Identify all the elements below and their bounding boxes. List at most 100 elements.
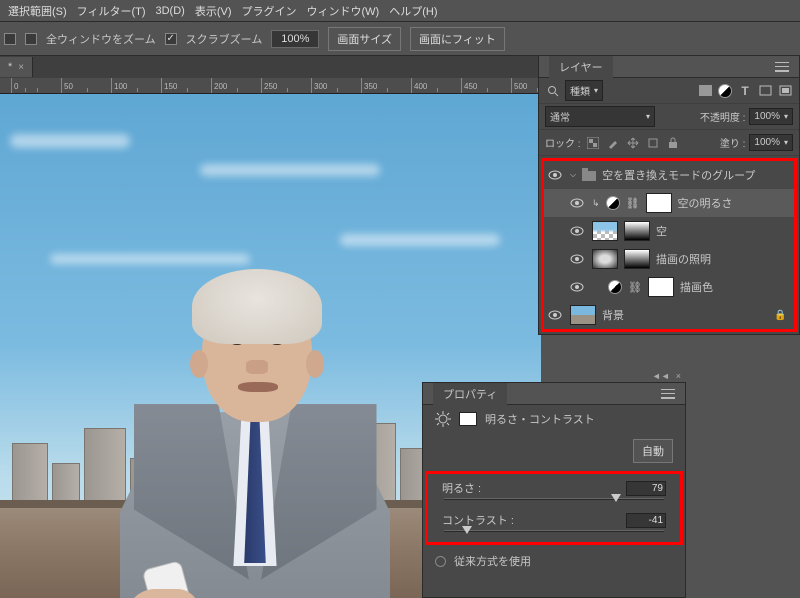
options-bar: 全ウィンドウをズーム ✓ スクラブズーム 100% 画面サイズ 画面にフィット [0, 22, 800, 56]
blend-row: 通常▾ 不透明度 : 100%▾ [539, 104, 799, 130]
layer-row-sky[interactable]: 空 [544, 217, 794, 245]
layer-name[interactable]: 空 [656, 223, 667, 239]
legacy-row: 従来方式を使用 [423, 547, 685, 575]
mask-thumbnail[interactable] [624, 221, 650, 241]
lock-icon: 🔒 [774, 310, 784, 321]
adjustment-title: 明るさ・コントラスト [485, 411, 595, 427]
filter-smart-icon[interactable] [777, 84, 793, 98]
layer-name[interactable]: 空を置き換えモードのグループ [602, 167, 755, 183]
layer-thumbnail[interactable] [570, 305, 596, 325]
layer-name[interactable]: 背景 [602, 307, 624, 323]
lock-label: ロック : [545, 135, 581, 150]
layer-group-row[interactable]: ⌵ 空を置き換えモードのグループ [544, 161, 794, 189]
layer-filter-row: 種類▾ T [539, 78, 799, 104]
slider-knob[interactable] [462, 526, 472, 534]
tab-close-icon[interactable]: × [18, 62, 24, 73]
chevron-down-icon[interactable]: ⌵ [570, 170, 576, 180]
contrast-slider[interactable] [444, 530, 664, 532]
mask-thumbnail[interactable] [648, 277, 674, 297]
opacity-input[interactable]: 100%▾ [749, 108, 793, 125]
fit-window-button[interactable]: 画面にフィット [410, 27, 505, 51]
checkbox-scrub-zoom[interactable]: ✓ [165, 33, 177, 45]
tab-modified-marker: * [8, 61, 12, 73]
properties-tab[interactable]: プロパティ [433, 383, 507, 405]
zoom-level-input[interactable]: 100% [271, 30, 319, 48]
menu-3d[interactable]: 3D(D) [156, 5, 185, 17]
adjustment-icon [608, 280, 622, 294]
layers-tab[interactable]: レイヤー [549, 56, 613, 78]
panel-menu-icon[interactable] [775, 62, 789, 72]
menu-view[interactable]: 表示(V) [195, 3, 232, 19]
lock-brush-icon[interactable] [605, 136, 621, 150]
menu-select[interactable]: 選択範囲(S) [8, 3, 67, 19]
menu-help[interactable]: ヘルプ(H) [389, 3, 437, 19]
document-tab[interactable]: * × [0, 57, 33, 77]
brightness-slider[interactable] [444, 498, 664, 500]
label-all-windows: 全ウィンドウをズーム [46, 31, 156, 47]
layers-panel-header: レイヤー [539, 56, 799, 78]
checkbox-all-windows[interactable] [25, 33, 37, 45]
brightness-input[interactable] [626, 481, 666, 496]
sliders-highlight: 明るさ : コントラスト : [425, 471, 683, 545]
slider-knob[interactable] [611, 494, 621, 502]
fit-screen-button[interactable]: 画面サイズ [328, 27, 401, 51]
brightness-icon [435, 411, 451, 427]
blend-mode-select[interactable]: 通常▾ [545, 106, 655, 127]
menu-plugin[interactable]: プラグイン [242, 3, 297, 19]
visibility-toggle[interactable] [548, 170, 564, 180]
mask-link-icon[interactable]: ⛓ [626, 197, 640, 210]
visibility-toggle[interactable] [570, 198, 586, 208]
contrast-label: コントラスト : [442, 512, 514, 528]
search-icon[interactable] [545, 84, 561, 98]
layer-thumbnail[interactable] [592, 221, 618, 241]
legacy-radio[interactable] [435, 556, 446, 567]
filter-adjust-icon[interactable] [717, 84, 733, 98]
opacity-label: 不透明度 : [700, 109, 746, 124]
auto-button[interactable]: 自動 [633, 439, 673, 463]
visibility-toggle[interactable] [570, 254, 586, 264]
lock-move-icon[interactable] [625, 136, 641, 150]
layer-row-lighting[interactable]: 描画の照明 [544, 245, 794, 273]
lock-pixels-icon[interactable] [585, 136, 601, 150]
layer-name[interactable]: 描画色 [680, 279, 713, 295]
folder-icon [582, 171, 596, 181]
layer-name[interactable]: 描画の照明 [656, 251, 711, 267]
filter-kind-select[interactable]: 種類▾ [565, 80, 603, 101]
fill-input[interactable]: 100%▾ [749, 134, 793, 151]
contrast-input[interactable] [626, 513, 666, 528]
clip-indicator-icon: ↳ [592, 198, 600, 209]
label-scrub-zoom: スクラブズーム [186, 31, 263, 47]
lock-all-icon[interactable] [665, 136, 681, 150]
layer-row-background[interactable]: 背景 🔒 [544, 301, 794, 329]
menu-bar: 選択範囲(S) フィルター(T) 3D(D) 表示(V) プラグイン ウィンドウ… [0, 0, 800, 22]
layers-panel: レイヤー 種類▾ T 通常▾ 不透明度 : 100%▾ ロック : 塗り : 1… [538, 55, 800, 335]
filter-shape-icon[interactable] [757, 84, 773, 98]
mask-thumbnail[interactable] [459, 412, 477, 426]
adjustment-type-row: 明るさ・コントラスト [423, 405, 685, 433]
panel-collapse-controls[interactable]: ◄◄× [652, 371, 681, 381]
filter-type-icon[interactable]: T [737, 84, 753, 98]
fill-label: 塗り : [720, 135, 746, 150]
visibility-toggle[interactable] [548, 310, 564, 320]
menu-window[interactable]: ウィンドウ(W) [307, 3, 380, 19]
layer-row-brightness[interactable]: ↳ ⛓ 空の明るさ [544, 189, 794, 217]
lock-artboard-icon[interactable] [645, 136, 661, 150]
layer-list-highlight: ⌵ 空を置き換えモードのグループ ↳ ⛓ 空の明るさ 空 描画の照明 [541, 158, 797, 332]
mask-thumbnail[interactable] [646, 193, 672, 213]
auto-row: 自動 [423, 433, 685, 469]
mask-link-icon[interactable]: ⛓ [628, 281, 642, 294]
checkbox-unknown[interactable] [4, 33, 16, 45]
visibility-toggle[interactable] [570, 226, 586, 236]
menu-filter[interactable]: フィルター(T) [77, 3, 146, 19]
layer-row-color[interactable]: ⛓ 描画色 [544, 273, 794, 301]
properties-panel: ◄◄× プロパティ 明るさ・コントラスト 自動 明るさ : コントラスト : [422, 382, 686, 598]
mask-thumbnail[interactable] [624, 249, 650, 269]
visibility-toggle[interactable] [570, 282, 586, 292]
layer-thumbnail[interactable] [592, 249, 618, 269]
panel-menu-icon[interactable] [661, 389, 675, 399]
legacy-label: 従来方式を使用 [454, 553, 531, 569]
filter-pixel-icon[interactable] [697, 84, 713, 98]
adjustment-icon [606, 196, 620, 210]
layer-name[interactable]: 空の明るさ [678, 195, 733, 211]
brightness-label: 明るさ : [442, 480, 481, 496]
